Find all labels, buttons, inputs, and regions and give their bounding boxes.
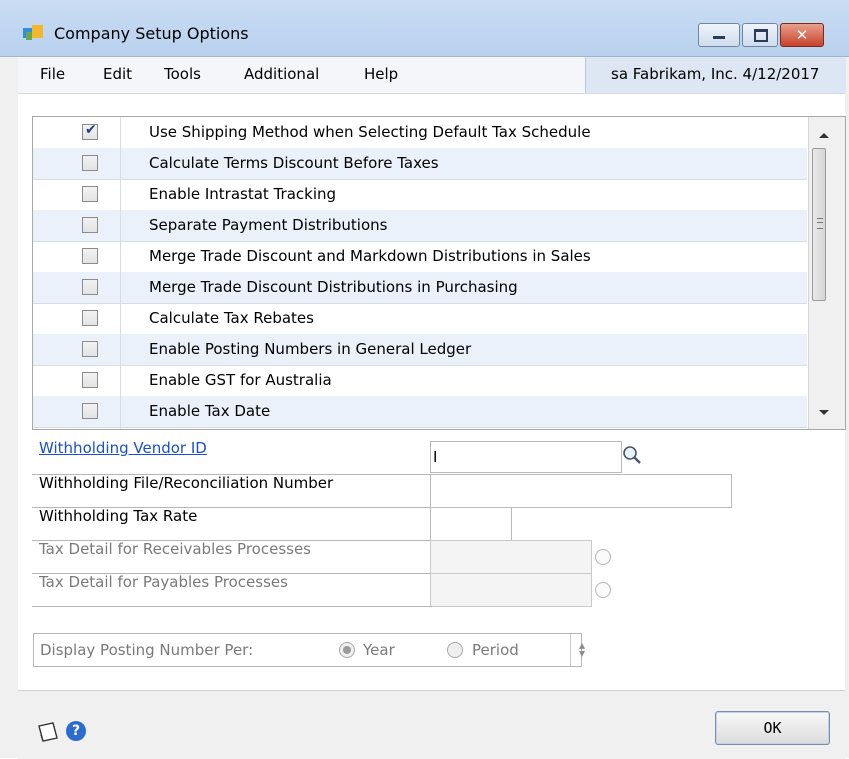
option-checkbox[interactable]: [82, 186, 98, 202]
tax-detail-receivables-input[interactable]: [430, 540, 592, 574]
title-bar: Company Setup Options ✕: [0, 0, 849, 57]
option-checkbox[interactable]: [82, 248, 98, 264]
check-icon: ✔: [85, 122, 97, 138]
posting-year-radio[interactable]: [339, 642, 355, 658]
app-icon: [23, 25, 43, 40]
menu-help[interactable]: Help: [364, 65, 398, 83]
content-area: ✔ Use Shipping Method when Selecting Def…: [18, 94, 846, 759]
option-label: Enable GST for Australia: [149, 371, 332, 389]
menu-file[interactable]: File: [40, 65, 65, 83]
tax-detail-payables-input[interactable]: [430, 573, 592, 607]
option-label: Enable Intrastat Tracking: [149, 185, 337, 203]
posting-period-radio[interactable]: [447, 642, 463, 658]
tax-detail-receivables-indicator: [595, 549, 611, 565]
posting-year-label: Year: [363, 641, 395, 659]
tax-detail-receivables-label: Tax Detail for Receivables Processes: [39, 540, 311, 558]
option-checkbox[interactable]: [82, 372, 98, 388]
option-checkbox[interactable]: [82, 310, 98, 326]
options-list: ✔ Use Shipping Method when Selecting Def…: [32, 116, 846, 430]
scroll-up-icon[interactable]: [819, 133, 829, 138]
list-item: Enable Intrastat Tracking: [33, 179, 807, 211]
option-label: Enable Posting Numbers in General Ledger: [149, 340, 472, 358]
option-checkbox[interactable]: [82, 403, 98, 419]
menu-additional[interactable]: Additional: [244, 65, 319, 83]
list-item: Enable Posting Numbers in General Ledger: [33, 334, 807, 366]
option-label: Calculate Terms Discount Before Taxes: [149, 154, 439, 172]
withholding-tax-rate-input[interactable]: [430, 507, 512, 541]
posting-spin-icon[interactable]: ▴ ▾: [570, 634, 597, 666]
withholding-vendor-id-link[interactable]: Withholding Vendor ID: [39, 439, 207, 457]
option-label: Calculate Tax Rebates: [149, 309, 314, 327]
user-info-text: sa Fabrikam, Inc. 4/12/2017: [611, 65, 820, 83]
option-label: Enable Tax Date: [149, 402, 271, 420]
list-item: Calculate Tax Rebates: [33, 303, 807, 335]
column-divider: [120, 117, 121, 429]
form-divider: [32, 606, 432, 607]
minimize-icon[interactable]: [698, 23, 740, 47]
option-checkbox[interactable]: ✔: [82, 122, 98, 140]
lookup-icon[interactable]: [621, 444, 643, 466]
maximize-icon[interactable]: [742, 23, 778, 47]
option-label: Separate Payment Distributions: [149, 216, 388, 234]
bottom-bar: ? OK: [18, 690, 845, 759]
list-item: Enable Tax Date: [33, 396, 807, 428]
option-checkbox[interactable]: [82, 217, 98, 233]
window-title: Company Setup Options: [54, 24, 249, 43]
posting-number-label: Display Posting Number Per:: [40, 641, 254, 659]
withholding-tax-rate-label: Withholding Tax Rate: [39, 507, 198, 525]
list-item: Separate Payment Distributions: [33, 210, 807, 242]
menu-bar: File Edit Tools Additional Help sa Fabri…: [18, 57, 846, 94]
list-item: Enable GST for Australia: [33, 365, 807, 397]
option-checkbox[interactable]: [82, 155, 98, 171]
option-checkbox[interactable]: [82, 341, 98, 357]
withholding-file-number-label: Withholding File/Reconciliation Number: [39, 474, 334, 492]
grip-icon: [817, 218, 823, 229]
withholding-file-number-input[interactable]: [430, 474, 732, 508]
option-label: Merge Trade Discount Distributions in Pu…: [149, 278, 518, 296]
field-value: I: [433, 448, 438, 466]
list-item: Calculate Terms Discount Before Taxes: [33, 148, 807, 180]
scroll-down-icon[interactable]: [819, 410, 829, 415]
ok-button[interactable]: OK: [715, 711, 830, 745]
scroll-thumb[interactable]: [812, 148, 826, 301]
option-label: Use Shipping Method when Selecting Defau…: [149, 123, 591, 141]
list-item: Merge Trade Discount Distributions in Pu…: [33, 272, 807, 304]
posting-period-label: Period: [472, 641, 519, 659]
option-label: Merge Trade Discount and Markdown Distri…: [149, 247, 591, 265]
list-scrollbar[interactable]: [808, 117, 845, 429]
menu-tools[interactable]: Tools: [164, 65, 201, 83]
tax-detail-payables-indicator: [595, 582, 611, 598]
user-info: sa Fabrikam, Inc. 4/12/2017: [585, 57, 846, 93]
close-icon[interactable]: ✕: [780, 23, 824, 47]
list-item: Merge Trade Discount and Markdown Distri…: [33, 241, 807, 273]
help-icon[interactable]: ?: [66, 721, 86, 741]
tax-detail-payables-label: Tax Detail for Payables Processes: [39, 573, 288, 591]
company-setup-options-window: Company Setup Options ✕ File Edit Tools …: [0, 0, 849, 759]
list-item: ✔ Use Shipping Method when Selecting Def…: [33, 117, 807, 149]
posting-number-group: Display Posting Number Per: Year Period …: [33, 633, 585, 667]
option-checkbox[interactable]: [82, 279, 98, 295]
menu-edit[interactable]: Edit: [103, 65, 132, 83]
note-icon[interactable]: [36, 721, 60, 743]
withholding-vendor-id-input[interactable]: I: [430, 441, 622, 473]
